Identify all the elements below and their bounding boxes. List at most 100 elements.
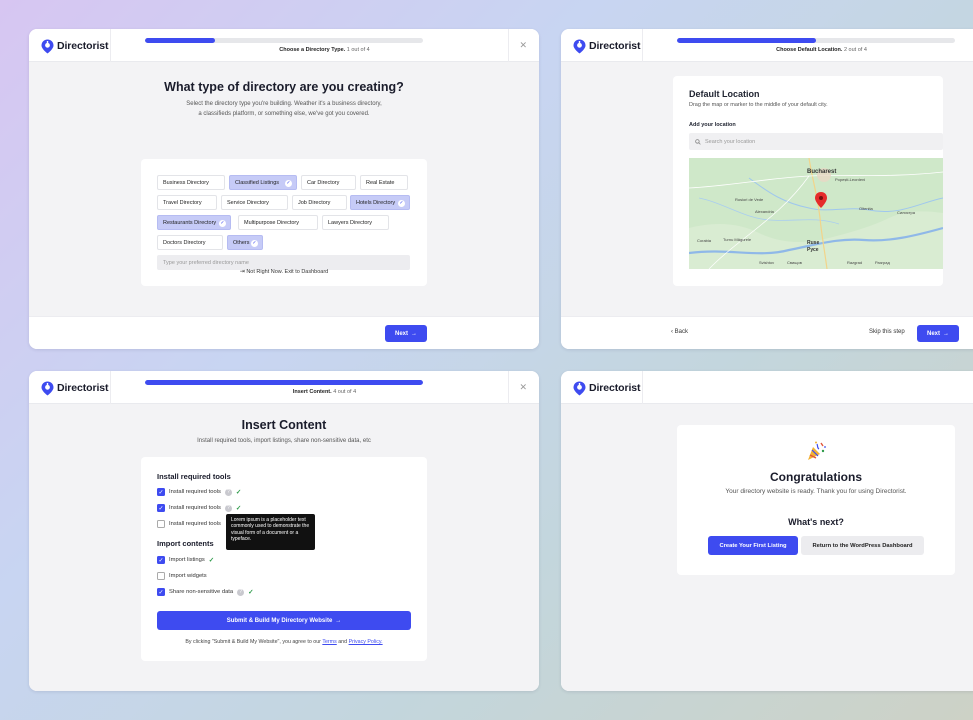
directory-type-label: Travel Directory <box>163 199 202 206</box>
step-insert-content-panel: Directorist Insert Content. 4 out of 4 ✕… <box>29 371 539 691</box>
top-bar: Directorist Choose a Directory Type. 1 o… <box>29 29 539 62</box>
checkbox[interactable]: ✓ <box>157 588 165 596</box>
directorist-logo-icon <box>41 381 54 395</box>
directory-type-chip[interactable]: Service Directory <box>221 195 288 210</box>
checkbox-row[interactable]: ✓ Install required tools? ✓ <box>157 503 241 513</box>
check-icon: ✓ <box>235 489 242 496</box>
directory-type-chip[interactable]: Classified Listings ✓ <box>229 175 297 190</box>
checkbox-row[interactable]: Import widgets <box>157 571 207 581</box>
privacy-policy-link[interactable]: Privacy Policy. <box>349 639 383 645</box>
next-button[interactable]: Next → <box>385 325 427 342</box>
footer: Next → <box>29 316 539 349</box>
next-label: Next <box>926 330 940 337</box>
checkbox[interactable]: ✓ <box>157 504 165 512</box>
close-icon[interactable]: ✕ <box>519 40 527 51</box>
check-icon: ✓ <box>285 180 292 187</box>
back-button[interactable]: ‹ Back <box>671 329 688 335</box>
terms-prefix: By clicking "Submit & Build My Website",… <box>185 639 321 645</box>
check-icon: ✓ <box>398 200 405 207</box>
arrow-right-icon: → <box>335 617 342 624</box>
directory-type-label: Business Directory <box>163 179 209 186</box>
directorist-logo-icon <box>573 381 586 395</box>
checkbox-label: Install required tools <box>169 521 221 527</box>
search-placeholder: Search your location <box>705 138 756 145</box>
directory-type-chip[interactable]: Travel Directory <box>157 195 217 210</box>
progress-fill <box>145 380 423 385</box>
terms-notice: By clicking "Submit & Build My Website",… <box>141 639 427 645</box>
next-label: Next <box>394 330 408 337</box>
close-icon[interactable]: ✕ <box>519 382 527 393</box>
directory-type-chip[interactable]: Business Directory <box>157 175 225 190</box>
help-icon[interactable]: ? <box>224 488 232 496</box>
tools-section-title: Install required tools <box>157 472 231 481</box>
step-label: Choose a Directory Type. <box>279 47 346 53</box>
step-count: 2 out of 4 <box>843 47 867 53</box>
top-bar: Directorist <box>561 371 973 404</box>
checkbox-row[interactable]: ✓ Share non-sensitive data? ✓ <box>157 587 254 597</box>
checkbox[interactable]: ✓ <box>157 556 165 564</box>
content-area: Congratulations Your directory website i… <box>561 404 973 691</box>
create-first-listing-button[interactable]: Create Your First Listing <box>708 536 798 555</box>
checkbox-label: Install required tools <box>169 505 221 511</box>
divider <box>508 371 509 404</box>
next-button[interactable]: Next → <box>917 325 959 342</box>
directory-type-chip[interactable]: Doctors Directory <box>157 235 223 250</box>
directory-type-chip[interactable]: Hotels Directory ✓ <box>350 195 410 210</box>
return-dashboard-button[interactable]: Return to the WordPress Dashboard <box>801 536 924 555</box>
party-popper-icon <box>808 441 826 460</box>
congrats-title: Congratulations <box>770 470 862 484</box>
checkbox-row[interactable]: ✓ Install required tools? ✓ <box>157 487 241 497</box>
step-indicator: Insert Content. 4 out of 4 <box>110 389 539 395</box>
exit-icon: ⇥ <box>239 269 245 275</box>
map-label: Bucharest <box>807 169 836 175</box>
skip-step-button[interactable]: Skip this step <box>869 329 905 335</box>
divider <box>642 29 643 62</box>
map-label: Alexandria <box>755 209 775 214</box>
submit-build-button[interactable]: Submit & Build My Directory Website → <box>157 611 411 630</box>
directory-type-chip[interactable]: Others ✓ <box>227 235 263 250</box>
help-icon[interactable]: ? <box>237 588 245 596</box>
check-icon: ✓ <box>251 240 258 247</box>
content-area: Insert Content Install required tools, i… <box>29 404 539 691</box>
arrow-right-icon: → <box>943 330 949 337</box>
checkbox-row[interactable]: ✓ Import listings ✓ <box>157 555 214 565</box>
directory-type-label: Restaurants Directory <box>163 219 217 226</box>
map-label: Popești-Leordeni <box>835 177 865 182</box>
brand-name: Directorist <box>589 40 641 52</box>
checkbox-row[interactable]: Install required tools <box>157 519 221 529</box>
arrow-left-icon: ‹ <box>671 329 673 335</box>
map-label: Oltenita <box>859 206 874 211</box>
step-label: Insert Content. <box>292 389 332 395</box>
brand-logo: Directorist <box>573 380 641 396</box>
step-label: Choose Default Location. <box>776 47 843 53</box>
subtitle-line: Select the directory type you're buildin… <box>186 101 382 107</box>
directory-type-chip[interactable]: Lawyers Directory <box>322 215 389 230</box>
location-search-input[interactable]: Search your location <box>689 133 943 150</box>
checkbox-label: Install required tools <box>169 489 221 495</box>
brand-name: Directorist <box>57 382 109 394</box>
terms-and: and <box>338 639 348 645</box>
directory-type-chip[interactable]: Job Directory <box>292 195 347 210</box>
directory-type-chip[interactable]: Real Estate <box>360 175 408 190</box>
map-label: Corabia <box>697 238 712 243</box>
directory-type-label: Lawyers Directory <box>328 219 373 226</box>
directory-type-chip[interactable]: Car Directory <box>301 175 356 190</box>
directory-type-chip[interactable]: Multipurpose Directory <box>238 215 318 230</box>
submit-label: Submit & Build My Directory Website <box>226 617 333 624</box>
congratulations-card: Congratulations Your directory website i… <box>677 425 955 575</box>
congrats-subtitle: Your directory website is ready. Thank y… <box>725 488 907 495</box>
step-count: 1 out of 4 <box>346 47 370 53</box>
location-map[interactable]: Bucharest Popești-Leordeni Oltenita Сили… <box>689 158 943 269</box>
checkbox[interactable]: ✓ <box>157 488 165 496</box>
help-icon[interactable]: ? <box>224 504 232 512</box>
exit-dashboard-link[interactable]: ⇥ Not Right Now. Exit to Dashboard <box>29 268 539 275</box>
check-icon: ✓ <box>248 589 254 596</box>
step-directory-type-panel: Directorist Choose a Directory Type. 1 o… <box>29 29 539 349</box>
terms-link[interactable]: Terms <box>322 639 336 645</box>
directory-type-label: Hotels Directory <box>356 199 396 206</box>
directory-type-chip[interactable]: Restaurants Directory ✓ <box>157 215 231 230</box>
directory-type-label: Car Directory <box>307 179 340 186</box>
checkbox[interactable] <box>157 520 165 528</box>
checkbox[interactable] <box>157 572 165 580</box>
insert-content-card: Install required tools ✓ Install required… <box>141 457 427 661</box>
